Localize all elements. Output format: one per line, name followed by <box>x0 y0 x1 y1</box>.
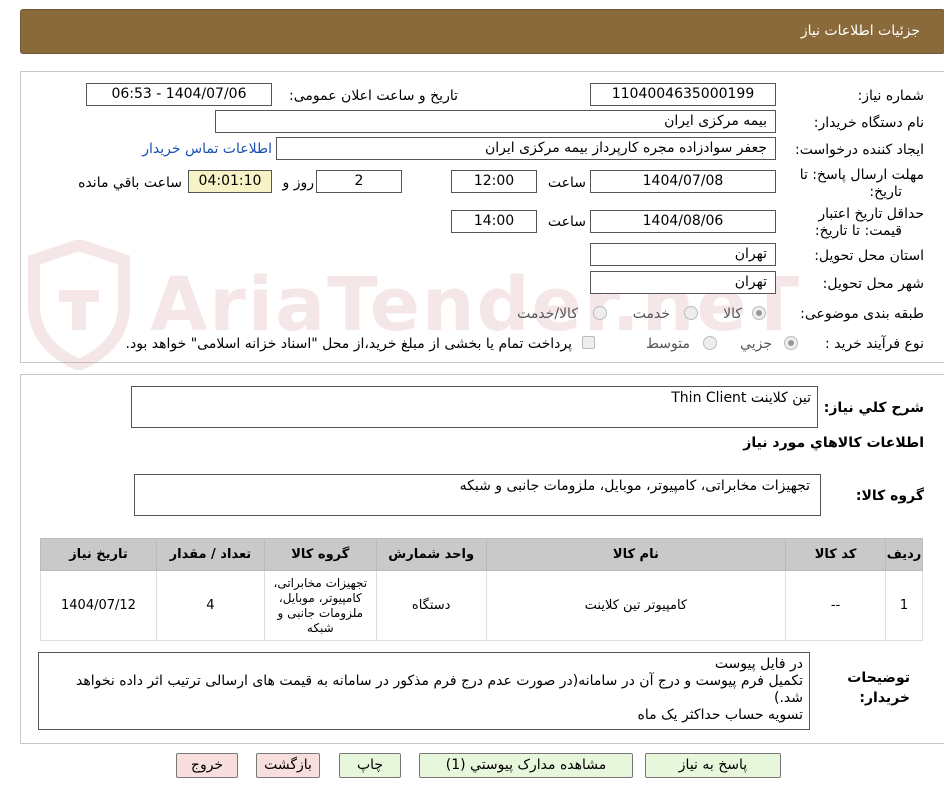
goods-table-header: ردیف کد کالا نام کالا واحد شمارش گروه کا… <box>40 538 923 571</box>
col-date: تاریخ نیاز <box>40 538 157 571</box>
process-minor-radio[interactable] <box>784 336 798 350</box>
exit-button[interactable]: خروج <box>176 753 238 778</box>
province-label: استان محل تحویل: <box>814 248 924 264</box>
treasury-payment-note: پرداخت تمام یا بخشی از مبلغ خرید،از محل … <box>125 336 572 352</box>
announce-label: تاریخ و ساعت اعلان عمومی: <box>289 88 458 104</box>
days-field: 2 <box>316 170 402 193</box>
buyer-note-line: تسویه حساب حداکثر یک ماه <box>637 707 803 723</box>
cell-code: -- <box>785 570 887 641</box>
category-goods-service-radio[interactable] <box>593 306 607 320</box>
days-label: روز و <box>282 175 315 191</box>
buyer-label: نام دستگاه خریدار: <box>813 115 924 131</box>
cell-name: کامپیوتر تین کلاینت <box>485 570 787 641</box>
validity-label: حداقل تاریخ اعتبار <box>818 206 924 222</box>
buyer-notes-field: در فایل پیوست تکمیل فرم پیوست و درج آن د… <box>38 652 810 730</box>
creator-field: جعفر سوادزاده مجره کارپرداز بیمه مرکزی ا… <box>276 137 776 160</box>
category-goods-radio[interactable] <box>752 306 766 320</box>
buyer-contact-link[interactable]: اطلاعات تماس خریدار <box>142 141 272 157</box>
creator-label: ایجاد کننده درخواست: <box>795 142 924 158</box>
col-row: ردیف <box>885 538 923 571</box>
city-label: شهر محل تحویل: <box>822 276 924 292</box>
category-label: طبقه بندی موضوعی: <box>800 306 924 322</box>
city-field: تهران <box>590 271 776 294</box>
page-title: جزئیات اطلاعات نیاز <box>800 23 920 39</box>
col-group: گروه کالا <box>263 538 377 571</box>
group-field: تجهیزات مخابراتی، کامپیوتر، موبایل، ملزو… <box>134 474 821 516</box>
group-label: گروه کالا: <box>855 488 924 504</box>
category-service-radio[interactable] <box>684 306 698 320</box>
col-qty: تعداد / مقدار <box>155 538 265 571</box>
category-goods-label: کالا <box>723 306 742 322</box>
remaining-label: ساعت باقي مانده <box>78 175 182 191</box>
process-minor-label: جزیي <box>740 336 772 352</box>
treasury-payment-checkbox[interactable] <box>582 336 595 349</box>
attachments-button[interactable]: مشاهده مدارک پیوستي (1) <box>419 753 633 778</box>
category-service-label: خدمت <box>632 306 670 322</box>
goods-info-title: اطلاعات کالاهاي مورد نیاز <box>743 435 924 451</box>
deadline-time-label: ساعت <box>547 175 586 191</box>
cell-qty: 4 <box>155 570 265 641</box>
process-label: نوع فرآیند خرید : <box>825 336 924 352</box>
province-field: تهران <box>590 243 776 266</box>
reply-button[interactable]: پاسخ به نیاز <box>645 753 781 778</box>
buyer-note-line: در فایل پیوست <box>714 656 803 672</box>
validity-label-2: قیمت: تا تاریخ: <box>814 223 902 239</box>
cell-row: 1 <box>885 570 923 641</box>
deadline-time-field: 12:00 <box>451 170 537 193</box>
process-medium-radio[interactable] <box>703 336 717 350</box>
col-code: کد کالا <box>785 538 887 571</box>
summary-field: تین کلاینت Thin Client <box>131 386 818 428</box>
cell-unit: دستگاه <box>375 570 487 641</box>
print-button[interactable]: چاپ <box>339 753 401 778</box>
back-button[interactable]: بازگشت <box>256 753 320 778</box>
deadline-date-field: 1404/07/08 <box>590 170 776 193</box>
cell-date: 1404/07/12 <box>40 570 157 641</box>
validity-time-label: ساعت <box>547 214 586 230</box>
buyer-notes-label-2: خریدار: <box>859 690 910 706</box>
need-number-field: 1104004635000199 <box>590 83 776 106</box>
validity-date-field: 1404/08/06 <box>590 210 776 233</box>
col-unit: واحد شمارش <box>375 538 487 571</box>
buyer-notes-label: توضیحات <box>847 670 910 686</box>
goods-table: ردیف کد کالا نام کالا واحد شمارش گروه کا… <box>40 538 923 641</box>
buyer-note-line: تکمیل فرم پیوست و درج آن در سامانه(در صو… <box>76 673 803 706</box>
col-name: نام کالا <box>485 538 787 571</box>
process-medium-label: متوسط <box>646 336 690 352</box>
validity-time-field: 14:00 <box>451 210 537 233</box>
cell-group: تجهیزات مخابراتی، کامپیوتر، موبایل، ملزو… <box>263 570 377 641</box>
deadline-label-2: تاریخ: <box>869 184 902 200</box>
need-number-label: شماره نیاز: <box>857 88 925 104</box>
deadline-label: مهلت ارسال پاسخ: تا <box>799 167 924 183</box>
announce-field: 1404/07/06 - 06:53 <box>86 83 272 106</box>
category-goods-service-label: کالا/خدمت <box>517 306 578 322</box>
remaining-time-field: 04:01:10 <box>188 170 272 193</box>
table-row: 1 -- کامپیوتر تین کلاینت دستگاه تجهیزات … <box>40 570 923 641</box>
buyer-field: بیمه مرکزی ایران <box>215 110 776 133</box>
page-header: جزئیات اطلاعات نیاز <box>20 9 944 54</box>
summary-label: شرح کلي نیاز: <box>823 400 924 416</box>
